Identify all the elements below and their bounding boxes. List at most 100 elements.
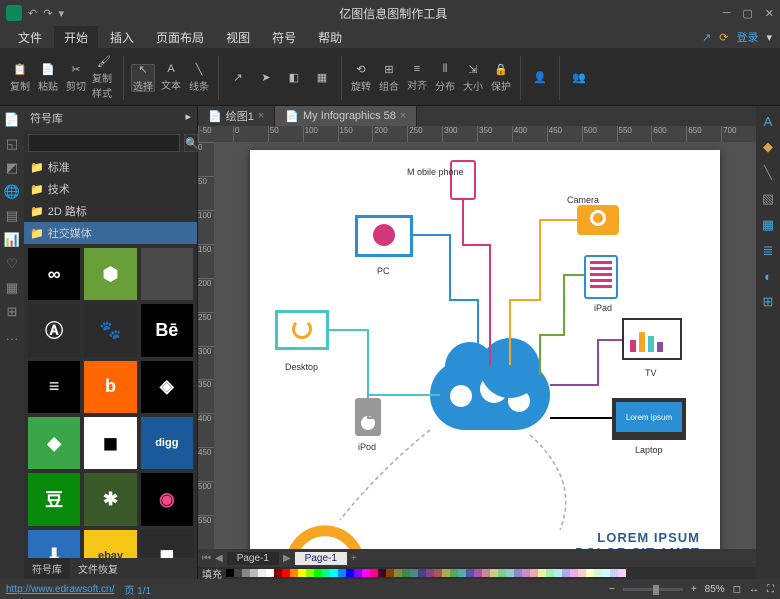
color-swatch[interactable] bbox=[250, 569, 258, 577]
color-swatch[interactable] bbox=[410, 569, 418, 577]
page-tab-1[interactable]: Page-1 bbox=[227, 552, 279, 565]
page-next-icon[interactable]: ▶ bbox=[283, 553, 291, 564]
camera-shape[interactable] bbox=[577, 205, 619, 235]
layers-icon[interactable]: ≣ bbox=[763, 243, 774, 259]
color-swatch[interactable] bbox=[370, 569, 378, 577]
color-swatch[interactable] bbox=[282, 569, 290, 577]
color-swatch[interactable] bbox=[546, 569, 554, 577]
menu-help[interactable]: 帮助 bbox=[308, 26, 352, 49]
symbol-item[interactable]: ≡ bbox=[28, 361, 80, 413]
color-swatch[interactable] bbox=[290, 569, 298, 577]
page-setup-icon[interactable]: ▦ bbox=[762, 217, 774, 233]
shadow-icon[interactable]: ▧ bbox=[762, 191, 774, 207]
category2-icon[interactable]: ◩ bbox=[6, 160, 18, 176]
maximize-icon[interactable]: ▢ bbox=[742, 7, 752, 20]
category-tech[interactable]: 📁技术 bbox=[24, 178, 197, 200]
login-button[interactable]: 登录 bbox=[736, 29, 758, 45]
fit-width-icon[interactable]: ↔ bbox=[749, 584, 759, 595]
properties-icon[interactable]: ⊞ bbox=[763, 294, 774, 310]
more-icon[interactable]: … bbox=[6, 328, 19, 343]
menu-view[interactable]: 视图 bbox=[216, 26, 260, 49]
color-swatch[interactable] bbox=[570, 569, 578, 577]
desktop-shape[interactable] bbox=[275, 310, 329, 350]
color-swatch[interactable] bbox=[274, 569, 282, 577]
symbol-item[interactable]: ◼ bbox=[84, 417, 136, 469]
redo-icon[interactable]: ↷ bbox=[43, 7, 52, 20]
color-swatch[interactable] bbox=[450, 569, 458, 577]
protect-button[interactable]: 🔒保护 bbox=[489, 64, 513, 92]
symbol-item[interactable]: ◆ bbox=[28, 417, 80, 469]
symbol-item[interactable]: Ⓐ bbox=[28, 304, 80, 356]
bottom-tab-recovery[interactable]: 文件恢复 bbox=[70, 558, 126, 579]
color-swatch[interactable] bbox=[594, 569, 602, 577]
color-swatch[interactable] bbox=[514, 569, 522, 577]
doc-tab-1[interactable]: 📄绘图1× bbox=[198, 106, 275, 126]
color-swatch[interactable] bbox=[602, 569, 610, 577]
select-tool-button[interactable]: ↖选择 bbox=[131, 64, 155, 92]
symbol-item[interactable]: ∞ bbox=[28, 248, 80, 300]
map-icon[interactable]: ▦ bbox=[6, 280, 18, 296]
menu-insert[interactable]: 插入 bbox=[100, 26, 144, 49]
line-style-icon[interactable]: ╲ bbox=[764, 165, 772, 181]
website-link[interactable]: http://www.edrawsoft.cn/ bbox=[6, 584, 114, 595]
menu-dropdown-icon[interactable]: ▾ bbox=[766, 31, 772, 44]
color-swatch[interactable] bbox=[402, 569, 410, 577]
symbol-item[interactable]: digg bbox=[141, 417, 193, 469]
text-style-icon[interactable]: A bbox=[764, 114, 773, 129]
distribute-button[interactable]: ⫴分布 bbox=[433, 64, 457, 92]
color-swatch[interactable] bbox=[458, 569, 466, 577]
symbol-item[interactable]: ◉ bbox=[141, 473, 193, 525]
pc-shape[interactable] bbox=[355, 215, 413, 257]
format-painter-button[interactable]: 🖌复制样式 bbox=[92, 64, 116, 92]
color-swatch[interactable] bbox=[442, 569, 450, 577]
fullscreen-icon[interactable]: ⛶ bbox=[767, 584, 774, 595]
close-icon[interactable]: × bbox=[400, 110, 406, 122]
sync-icon[interactable]: ⟳ bbox=[719, 31, 728, 44]
color-swatch[interactable] bbox=[466, 569, 474, 577]
connector-button[interactable]: ↗ bbox=[226, 64, 250, 92]
paste-button[interactable]: 📄粘贴 bbox=[36, 64, 60, 92]
color-swatch[interactable] bbox=[482, 569, 490, 577]
color-swatch[interactable] bbox=[474, 569, 482, 577]
symbol-item[interactable]: b bbox=[84, 361, 136, 413]
color-swatch[interactable] bbox=[322, 569, 330, 577]
category-social-media[interactable]: 📁社交媒体 bbox=[24, 222, 197, 244]
color-swatch[interactable] bbox=[378, 569, 386, 577]
symbol-item[interactable]: 豆 bbox=[28, 473, 80, 525]
line-tool-button[interactable]: ╲线条 bbox=[187, 64, 211, 92]
category-2d-signs[interactable]: 📁2D 路标 bbox=[24, 200, 197, 222]
color-swatch[interactable] bbox=[314, 569, 322, 577]
share-icon[interactable]: ↗ bbox=[702, 31, 711, 44]
chart-icon[interactable]: 📊 bbox=[4, 232, 20, 248]
color-swatch[interactable] bbox=[306, 569, 314, 577]
rotate-button[interactable]: ⟲旋转 bbox=[349, 64, 373, 92]
color-swatch[interactable] bbox=[298, 569, 306, 577]
symbol-item[interactable]: ⬢ bbox=[84, 248, 136, 300]
zoom-out-icon[interactable]: − bbox=[609, 584, 615, 595]
color-swatch[interactable] bbox=[506, 569, 514, 577]
category1-icon[interactable]: ◱ bbox=[6, 136, 18, 152]
color-swatch[interactable] bbox=[394, 569, 402, 577]
category-standard[interactable]: 📁标准 bbox=[24, 156, 197, 178]
color-swatch[interactable] bbox=[266, 569, 274, 577]
color-swatch[interactable] bbox=[490, 569, 498, 577]
mobile-shape[interactable] bbox=[450, 160, 476, 200]
color-swatch[interactable] bbox=[434, 569, 442, 577]
stack-icon[interactable]: ▤ bbox=[6, 208, 18, 224]
symbol-item[interactable]: ⬇ bbox=[28, 530, 80, 558]
symbol-item[interactable]: ◈ bbox=[141, 361, 193, 413]
color-swatch[interactable] bbox=[330, 569, 338, 577]
page-add-icon[interactable]: + bbox=[351, 553, 357, 564]
color-swatch[interactable] bbox=[522, 569, 530, 577]
tv-shape[interactable] bbox=[622, 318, 682, 360]
symbol-item[interactable] bbox=[141, 248, 193, 300]
doc-tab-2[interactable]: 📄My Infographics 58× bbox=[275, 106, 417, 126]
page-first-icon[interactable]: ⏮ bbox=[202, 553, 211, 564]
menu-page-layout[interactable]: 页面布局 bbox=[146, 26, 214, 49]
fill-style-icon[interactable]: ◆ bbox=[763, 139, 773, 155]
color-swatch[interactable] bbox=[258, 569, 266, 577]
extra1-button[interactable]: 👤 bbox=[528, 64, 552, 92]
symbol-item[interactable]: ✱ bbox=[84, 473, 136, 525]
color-swatch[interactable] bbox=[562, 569, 570, 577]
text-tool-button[interactable]: A文本 bbox=[159, 64, 183, 92]
